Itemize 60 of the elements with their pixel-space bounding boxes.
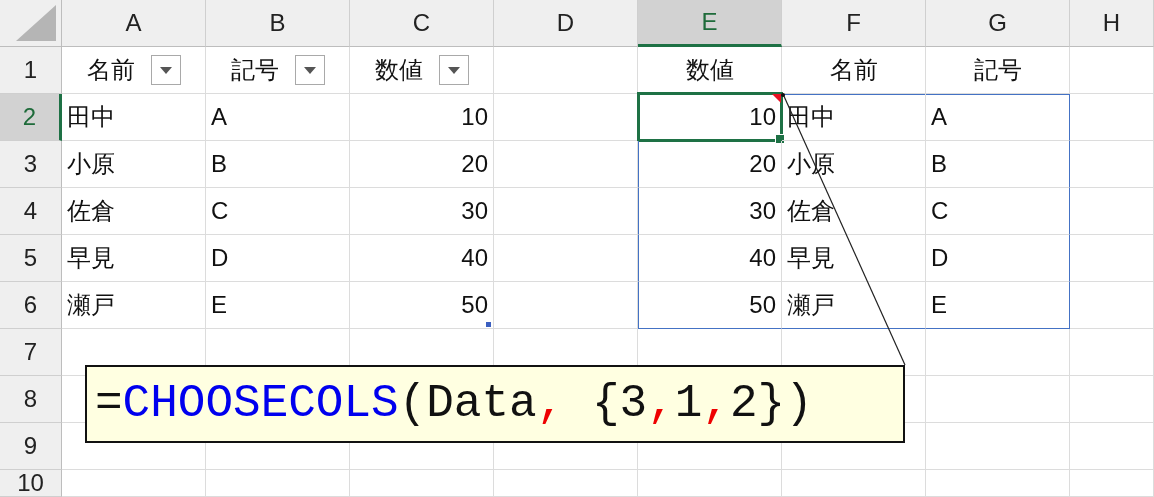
- row-header[interactable]: 7: [0, 329, 62, 376]
- table-cell: 20: [350, 141, 494, 188]
- table-cell: 佐倉: [782, 188, 926, 235]
- table-cell: D: [206, 235, 350, 282]
- dropdown-arrow-icon: [447, 66, 460, 74]
- table-cell: C: [206, 188, 350, 235]
- table-resize-handle[interactable]: [486, 322, 491, 327]
- header-label: 名前: [86, 55, 135, 85]
- table-cell: B: [206, 141, 350, 188]
- table-cell: 小原: [62, 141, 206, 188]
- column-header[interactable]: C: [350, 0, 494, 47]
- table-cell: 30: [350, 188, 494, 235]
- dropdown-arrow-icon: [303, 66, 316, 74]
- row-header[interactable]: 4: [0, 188, 62, 235]
- table-cell: 40: [638, 235, 782, 282]
- row-header[interactable]: 6: [0, 282, 62, 329]
- table-cell: 瀬戸: [62, 282, 206, 329]
- table-cell: 10: [350, 94, 494, 141]
- table-cell: E: [926, 282, 1070, 329]
- row-header[interactable]: 3: [0, 141, 62, 188]
- table-cell: C: [926, 188, 1070, 235]
- table-cell: 田中: [62, 94, 206, 141]
- column-header[interactable]: E: [638, 0, 782, 47]
- table-cell: E: [206, 282, 350, 329]
- table-cell: 佐倉: [62, 188, 206, 235]
- column-header[interactable]: D: [494, 0, 638, 47]
- table-cell: 瀬戸: [782, 282, 926, 329]
- fill-handle[interactable]: [775, 134, 785, 144]
- table-cell: 20: [638, 141, 782, 188]
- row-header[interactable]: 10: [0, 470, 62, 497]
- table-cell: 30: [638, 188, 782, 235]
- table-cell: D: [926, 235, 1070, 282]
- filter-button[interactable]: [294, 55, 325, 85]
- row-header[interactable]: 9: [0, 423, 62, 470]
- header-label: 数値: [374, 55, 423, 85]
- column-header[interactable]: G: [926, 0, 1070, 47]
- table-cell: 50: [350, 282, 494, 329]
- header-cell: 記号: [926, 47, 1070, 94]
- table-cell: B: [926, 141, 1070, 188]
- table-cell: 10: [638, 94, 782, 141]
- row-header[interactable]: 2: [0, 94, 62, 141]
- column-header[interactable]: F: [782, 0, 926, 47]
- table-cell: A: [926, 94, 1070, 141]
- table-cell: 早見: [62, 235, 206, 282]
- filter-button[interactable]: [150, 55, 181, 85]
- formula-note: =CHOOSECOLS(Data, {3,1,2}): [85, 365, 905, 443]
- table-cell: 40: [350, 235, 494, 282]
- row-header[interactable]: 8: [0, 376, 62, 423]
- filter-button[interactable]: [438, 55, 469, 85]
- table-cell: A: [206, 94, 350, 141]
- table-cell: 早見: [782, 235, 926, 282]
- row-header[interactable]: 5: [0, 235, 62, 282]
- table-cell: 50: [638, 282, 782, 329]
- header-cell: 名前: [782, 47, 926, 94]
- column-header[interactable]: H: [1070, 0, 1154, 47]
- column-header[interactable]: A: [62, 0, 206, 47]
- row-header[interactable]: 1: [0, 47, 62, 94]
- dropdown-arrow-icon: [159, 66, 172, 74]
- column-header[interactable]: B: [206, 0, 350, 47]
- header-label: 記号: [230, 55, 279, 85]
